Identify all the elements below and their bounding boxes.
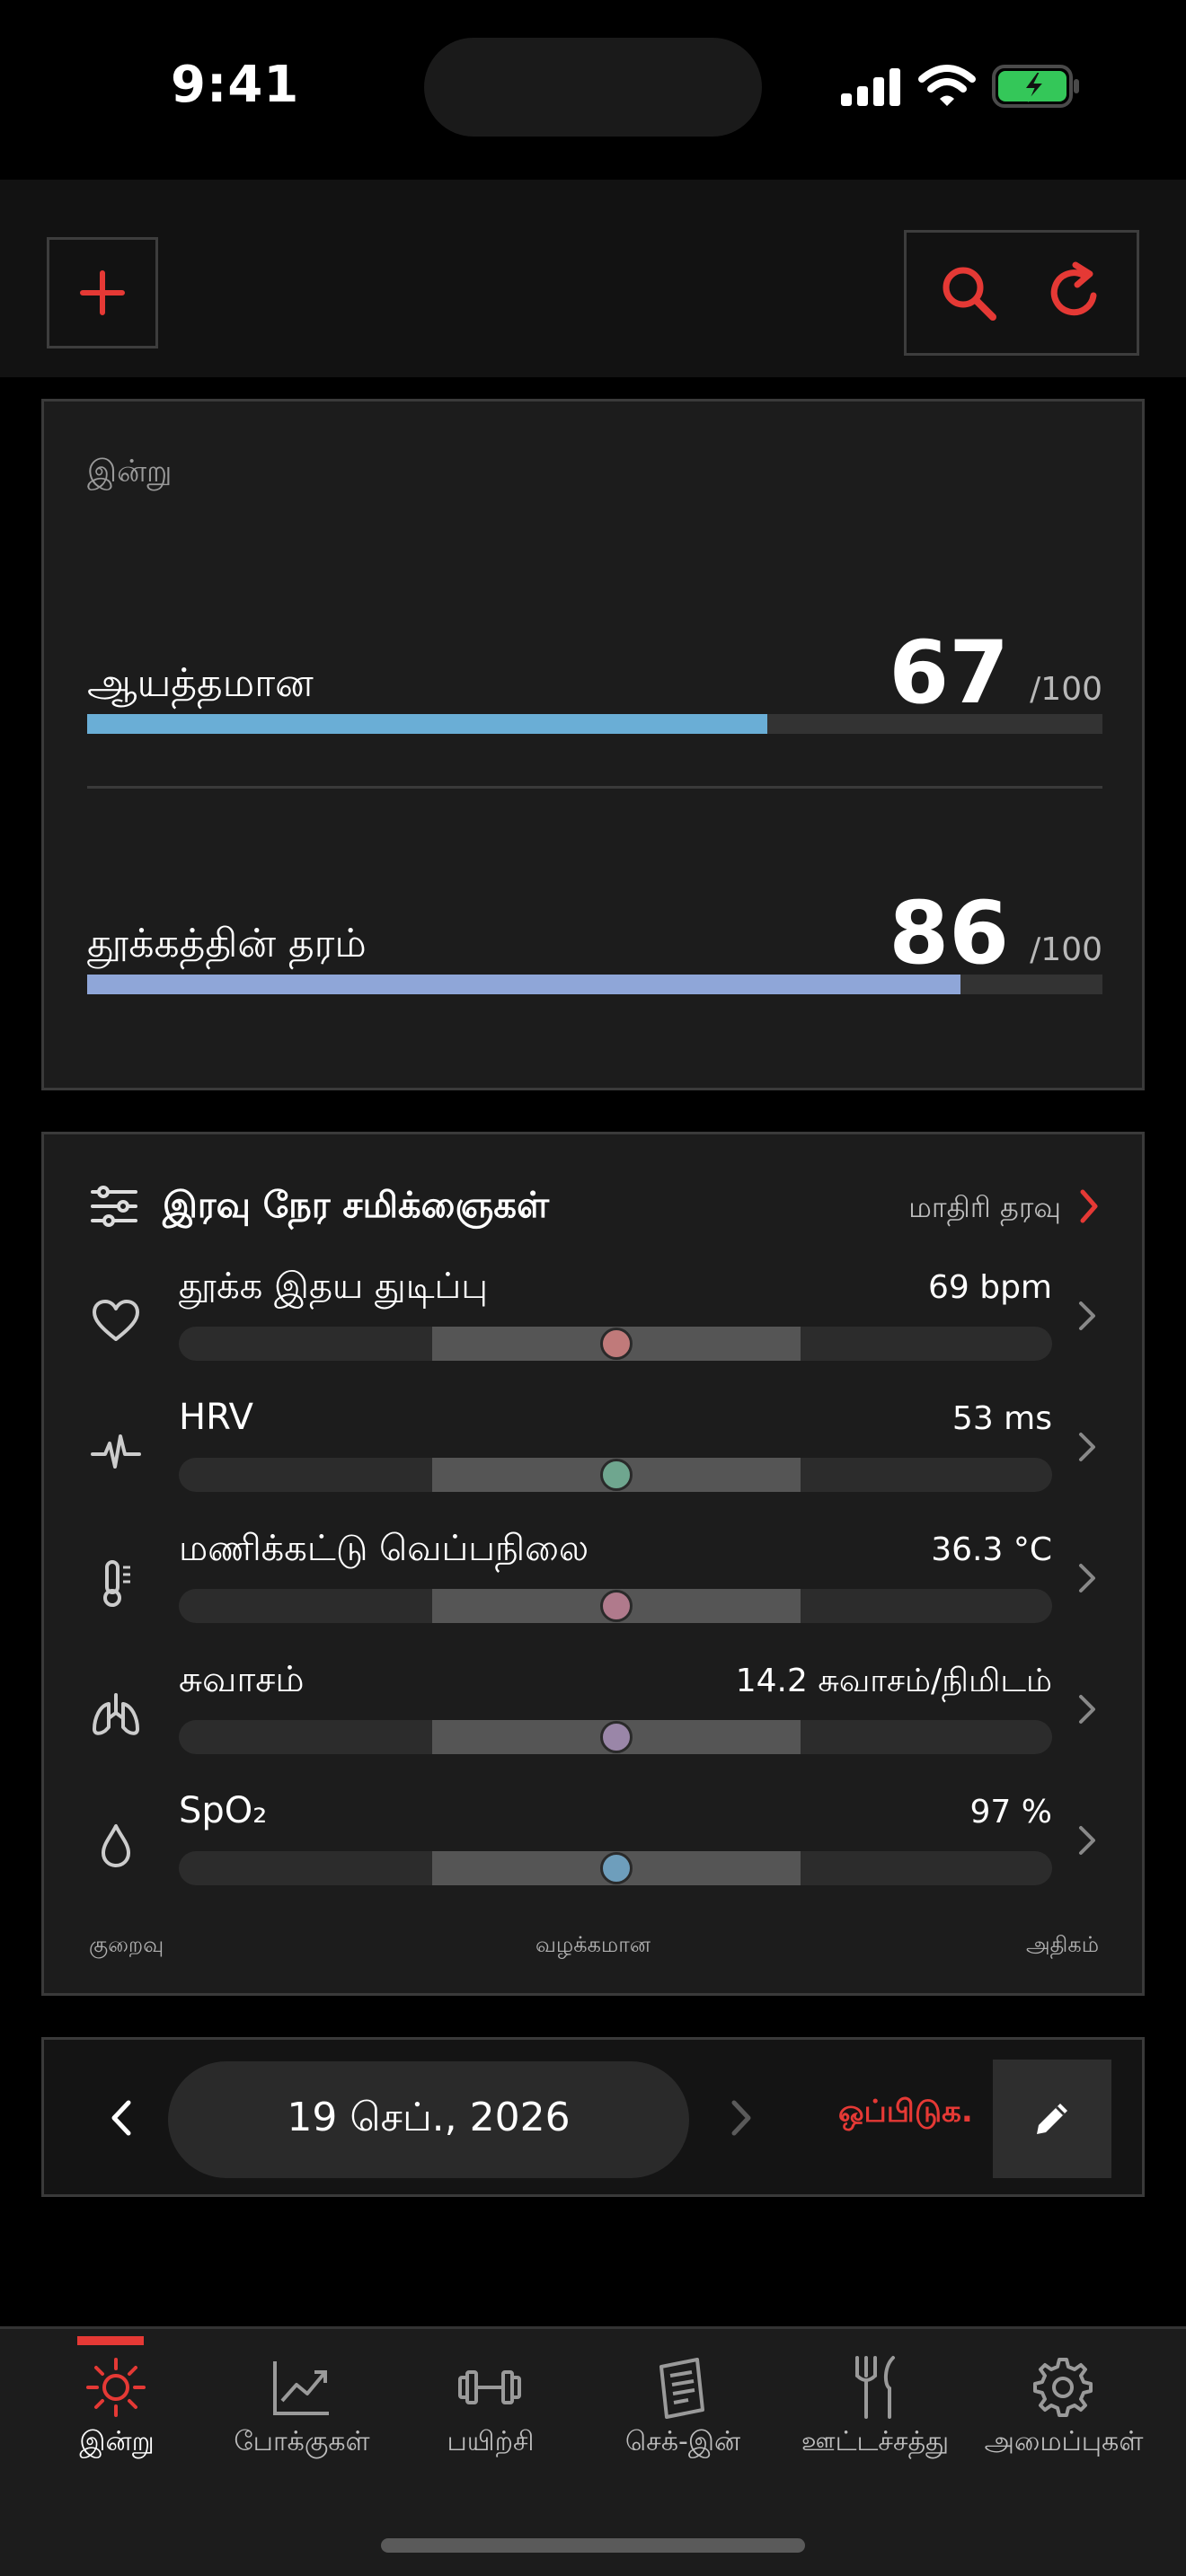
chevron-right-icon[interactable] xyxy=(1075,1187,1102,1226)
dynamic-island xyxy=(424,38,762,137)
trend-chart-icon xyxy=(273,2361,329,2415)
tab-label: போக்குகள் xyxy=(234,2426,370,2457)
metric-range-track xyxy=(179,1851,1052,1885)
top-toolbar xyxy=(0,180,1186,377)
metric-value: 53 ms xyxy=(951,1400,1052,1437)
sleep-quality-label: தூக்கத்தின் தரம் xyxy=(87,921,367,966)
status-time: 9:41 xyxy=(171,56,300,114)
wifi-icon xyxy=(918,65,976,106)
today-label: இன்று xyxy=(87,454,173,490)
pulse-icon xyxy=(91,1434,141,1469)
dumbbell-icon xyxy=(458,2370,521,2404)
compare-button[interactable]: ஒப்பிடுக. xyxy=(838,2094,973,2133)
edit-button[interactable] xyxy=(993,2060,1111,2178)
add-button[interactable] xyxy=(47,237,158,348)
legend-high: அதிகம் xyxy=(1026,1932,1099,1957)
metric-name: HRV xyxy=(179,1397,254,1438)
nightly-signals-card: இரவு நேர சமிக்ஞைகள் மாதிரி தரவு தூக்க இத… xyxy=(41,1132,1145,1996)
metric-marker xyxy=(600,1328,633,1360)
readiness-bar xyxy=(87,714,1102,734)
chevron-left-icon[interactable] xyxy=(103,2095,139,2140)
metric-range-track xyxy=(179,1720,1052,1754)
metric-value: 69 bpm xyxy=(927,1269,1052,1306)
fork-knife-icon xyxy=(855,2356,895,2419)
tab-label: ஊட்டச்சத்து xyxy=(801,2426,950,2457)
readiness-value: 67 xyxy=(889,622,1009,723)
tab-trends[interactable]: போக்குகள் xyxy=(212,2329,401,2509)
chevron-right-icon[interactable] xyxy=(1075,1298,1099,1334)
sleep-quality-max: /100 xyxy=(1030,931,1102,968)
readiness-row[interactable]: ஆயத்தமான 67 /100 xyxy=(87,581,1102,779)
tab-label: அமைப்புகள் xyxy=(984,2426,1144,2457)
metric-range-track xyxy=(179,1458,1052,1492)
nightly-signals-title: இரவு நேர சமிக்ஞைகள் xyxy=(163,1185,550,1226)
chevron-right-icon[interactable] xyxy=(1075,1560,1099,1596)
tab-label: பயிற்சி xyxy=(447,2426,535,2457)
metric-marker xyxy=(600,1459,633,1491)
metric-marker xyxy=(600,1852,633,1884)
tab-workouts[interactable]: பயிற்சி xyxy=(401,2329,589,2509)
tab-label: இன்று xyxy=(79,2426,155,2457)
refresh-icon[interactable] xyxy=(1043,261,1106,324)
metric-name: SpO₂ xyxy=(179,1790,268,1831)
metric-row-spo2[interactable]: SpO₂ 97 % xyxy=(44,1786,1142,1912)
sleep-quality-value: 86 xyxy=(889,883,1009,984)
chevron-right-icon[interactable] xyxy=(1075,1691,1099,1727)
sleep-quality-row[interactable]: தூக்கத்தின் தரம் 86 /100 xyxy=(87,842,1102,1039)
sun-icon xyxy=(86,2358,146,2417)
chevron-right-icon[interactable] xyxy=(1075,1822,1099,1858)
gear-icon xyxy=(1033,2358,1093,2417)
today-scores-card[interactable]: இன்று ஆயத்தமான 67 /100 தூக்கத்தின் தரம் … xyxy=(41,399,1145,1090)
metric-row-wrist-temperature[interactable]: மணிக்கட்டு வெப்பநிலை 36.3 °C xyxy=(44,1524,1142,1650)
metric-name: மணிக்கட்டு வெப்பநிலை xyxy=(179,1528,589,1569)
cellular-signal-icon xyxy=(841,68,900,106)
plus-icon xyxy=(80,270,125,315)
metric-row-hrv[interactable]: HRV 53 ms xyxy=(44,1393,1142,1519)
metric-row-respiration[interactable]: சுவாசம் 14.2 சுவாசம்/நிமிடம் xyxy=(44,1655,1142,1781)
metric-range-track xyxy=(179,1327,1052,1361)
search-icon[interactable] xyxy=(939,263,998,322)
metric-range-track xyxy=(179,1589,1052,1623)
sample-data-link[interactable]: மாதிரி தரவு xyxy=(908,1190,1061,1228)
tab-nutrition[interactable]: ஊட்டச்சத்து xyxy=(785,2329,974,2509)
readiness-bar-fill xyxy=(87,714,768,734)
tab-active-indicator xyxy=(77,2336,144,2345)
readiness-max: /100 xyxy=(1030,671,1102,708)
toolbar-action-group xyxy=(904,230,1139,356)
lungs-icon xyxy=(93,1693,139,1735)
metric-value: 36.3 °C xyxy=(931,1531,1052,1568)
metric-marker xyxy=(600,1590,633,1622)
chevron-right-icon[interactable] xyxy=(1075,1429,1099,1465)
date-navigation-bar: 19 செப்., 2026 ஒப்பிடுக. xyxy=(41,2037,1145,2197)
pencil-icon xyxy=(1037,2104,1067,2134)
metric-row-sleep-heart-rate[interactable]: தூக்க இதய துடிப்பு 69 bpm xyxy=(44,1262,1142,1388)
metric-marker xyxy=(600,1721,633,1753)
battery-charging-icon xyxy=(992,65,1079,108)
score-divider xyxy=(87,786,1102,789)
home-indicator xyxy=(381,2538,805,2553)
tab-check-in[interactable]: செக்-இன் xyxy=(593,2329,782,2509)
metric-name: சுவாசம் xyxy=(179,1659,305,1700)
tab-settings[interactable]: அமைப்புகள் xyxy=(974,2329,1163,2509)
tab-today[interactable]: இன்று xyxy=(27,2329,216,2509)
metric-name: தூக்க இதய துடிப்பு xyxy=(179,1266,489,1307)
sleep-quality-bar xyxy=(87,975,1102,994)
date-selector[interactable]: 19 செப்., 2026 xyxy=(168,2061,689,2178)
legend-normal: வழக்கமான xyxy=(535,1932,651,1957)
sleep-quality-bar-fill xyxy=(87,975,960,994)
thermometer-icon xyxy=(103,1560,130,1607)
heart-icon xyxy=(93,1300,139,1341)
tab-label: செக்-இன் xyxy=(624,2426,741,2457)
readiness-label: ஆயத்தமான xyxy=(87,660,314,706)
journal-icon xyxy=(659,2358,704,2419)
metric-value: 97 % xyxy=(969,1794,1052,1831)
status-bar: 9:41 xyxy=(0,0,1186,180)
metric-value: 14.2 சுவாசம்/நிமிடம் xyxy=(735,1663,1052,1699)
sliders-icon xyxy=(91,1186,137,1227)
droplet-icon xyxy=(102,1824,130,1867)
chevron-right-icon[interactable] xyxy=(723,2095,759,2140)
